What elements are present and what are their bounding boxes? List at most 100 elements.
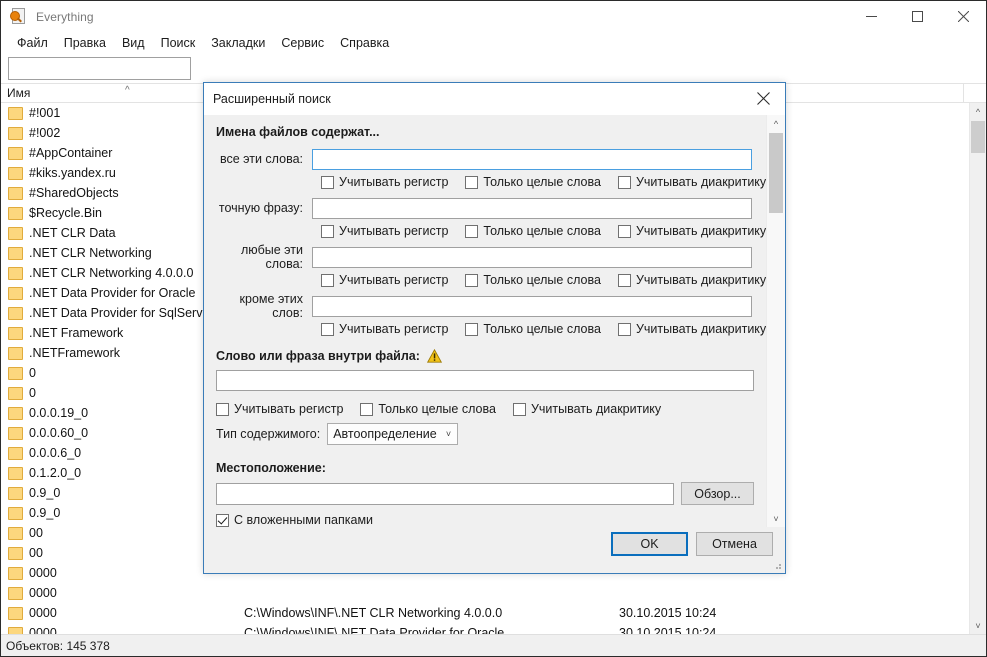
dialog-scroll-up-arrow-icon[interactable]: ^ — [767, 115, 785, 132]
all-words-whole-words-checkbox[interactable]: Только целые слова — [465, 175, 601, 189]
none-of-words-whole-words-checkbox[interactable]: Только целые слова — [465, 322, 601, 336]
checkbox-box[interactable] — [465, 176, 478, 189]
menubar: Файл Правка Вид Поиск Закладки Сервис Сп… — [1, 32, 986, 54]
all-words-checkbox-row: Учитывать регистр Только целые слова Учиты… — [216, 175, 766, 189]
none-of-words-label: кроме этих слов: — [216, 292, 312, 320]
checkbox-label: С вложенными папками — [234, 513, 373, 527]
window-titlebar: Everything — [1, 1, 986, 32]
dialog-scrollbar-thumb[interactable] — [769, 133, 783, 213]
browse-button[interactable]: Обзор... — [681, 482, 754, 505]
content-case-checkbox[interactable]: Учитывать регистр — [216, 402, 343, 416]
content-section-title: Слово или фраза внутри файла: — [216, 349, 766, 363]
table-row[interactable]: 0000 — [1, 583, 969, 603]
folder-icon — [8, 227, 23, 240]
checkbox-box[interactable] — [618, 274, 631, 287]
content-type-value: Автоопределение — [328, 427, 437, 441]
folder-icon — [8, 347, 23, 360]
none-of-words-input[interactable] — [312, 296, 752, 317]
menu-item-view[interactable]: Вид — [114, 34, 153, 52]
file-name: 0000 — [29, 586, 57, 600]
checkbox-box[interactable] — [465, 274, 478, 287]
checkbox-box[interactable] — [618, 176, 631, 189]
file-name: 00 — [29, 526, 43, 540]
file-name: 0 — [29, 386, 36, 400]
checkbox-box[interactable] — [360, 403, 373, 416]
exact-phrase-whole-words-checkbox[interactable]: Только целые слова — [465, 224, 601, 238]
checkbox-box[interactable] — [465, 323, 478, 336]
dialog-titlebar: Расширенный поиск — [204, 83, 785, 115]
dialog-vertical-scrollbar[interactable]: ^ ˅ — [766, 115, 785, 527]
exact-phrase-input[interactable] — [312, 198, 752, 219]
all-words-input[interactable] — [312, 149, 752, 170]
all-words-diacritics-checkbox[interactable]: Учитывать диакритику — [618, 175, 766, 189]
cancel-button[interactable]: Отмена — [696, 532, 773, 556]
folder-icon — [8, 527, 23, 540]
any-words-case-checkbox[interactable]: Учитывать регистр — [321, 273, 448, 287]
exact-phrase-diacritics-checkbox[interactable]: Учитывать диакритику — [618, 224, 766, 238]
content-type-label: Тип содержимого: — [216, 427, 320, 441]
column-header-name[interactable]: Имя — [1, 84, 236, 103]
content-whole-words-checkbox[interactable]: Только целые слова — [360, 402, 496, 416]
menu-item-help[interactable]: Справка — [332, 34, 397, 52]
table-row[interactable]: 0000C:\Windows\INF\.NET CLR Networking 4… — [1, 603, 969, 623]
none-of-words-diacritics-checkbox[interactable]: Учитывать диакритику — [618, 322, 766, 336]
checkbox-box[interactable] — [321, 225, 334, 238]
checkbox-box[interactable] — [618, 323, 631, 336]
file-name: 0.0.0.60_0 — [29, 426, 88, 440]
checkbox-box[interactable] — [216, 403, 229, 416]
checkbox-label: Учитывать диакритику — [636, 175, 766, 189]
checkbox-box[interactable] — [321, 323, 334, 336]
include-subfolders-checkbox[interactable]: С вложенными папками — [216, 513, 373, 527]
menu-item-search[interactable]: Поиск — [153, 34, 204, 52]
filename-section-label: Имена файлов содержат... — [216, 125, 380, 139]
file-name: .NET Data Provider for Oracle — [29, 286, 196, 300]
close-icon[interactable] — [940, 1, 986, 32]
list-vertical-scrollbar[interactable]: ^ ˅ — [969, 103, 986, 634]
menu-item-bookmarks[interactable]: Закладки — [203, 34, 273, 52]
content-diacritics-checkbox[interactable]: Учитывать диакритику — [513, 402, 661, 416]
file-name: #!001 — [29, 106, 60, 120]
location-row: Обзор... — [216, 482, 766, 505]
folder-icon — [8, 467, 23, 480]
scroll-up-arrow-icon[interactable]: ^ — [970, 103, 986, 120]
menu-item-tools[interactable]: Сервис — [273, 34, 332, 52]
table-row[interactable]: 0000C:\Windows\INF\.NET Data Provider fo… — [1, 623, 969, 634]
dialog-scroll-down-arrow-icon[interactable]: ˅ — [767, 510, 785, 527]
checkbox-box[interactable] — [465, 225, 478, 238]
folder-icon — [8, 287, 23, 300]
ok-button[interactable]: OK — [611, 532, 688, 556]
menu-item-edit[interactable]: Правка — [56, 34, 114, 52]
scrollbar-thumb[interactable] — [971, 121, 985, 153]
location-input[interactable] — [216, 483, 674, 505]
checkbox-label: Только целые слова — [483, 322, 601, 336]
dialog-close-icon[interactable] — [742, 83, 785, 114]
maximize-icon[interactable] — [894, 1, 940, 32]
any-words-diacritics-checkbox[interactable]: Учитывать диакритику — [618, 273, 766, 287]
folder-icon — [8, 387, 23, 400]
checkbox-box[interactable] — [321, 176, 334, 189]
any-words-input[interactable] — [312, 247, 752, 268]
minimize-icon[interactable] — [848, 1, 894, 32]
checkbox-label: Учитывать диакритику — [636, 322, 766, 336]
dialog-scroll-content: Имена файлов содержат... все эти слова:У… — [204, 115, 766, 527]
subfolders-row: С вложенными папками — [216, 513, 766, 527]
content-type-row: Тип содержимого: Автоопределение ˅ — [216, 423, 766, 445]
folder-icon — [8, 487, 23, 500]
search-document-icon — [10, 8, 27, 25]
search-input[interactable] — [8, 57, 191, 80]
resize-grip[interactable] — [772, 560, 782, 570]
checkbox-box[interactable] — [513, 403, 526, 416]
content-type-select[interactable]: Автоопределение ˅ — [327, 423, 458, 445]
menu-item-file[interactable]: Файл — [9, 34, 56, 52]
file-name: 00 — [29, 546, 43, 560]
scroll-down-arrow-icon[interactable]: ˅ — [970, 617, 986, 634]
file-path: C:\Windows\INF\.NET CLR Networking 4.0.0… — [244, 606, 502, 620]
any-words-whole-words-checkbox[interactable]: Только целые слова — [465, 273, 601, 287]
checkbox-box[interactable] — [321, 274, 334, 287]
none-of-words-case-checkbox[interactable]: Учитывать регистр — [321, 322, 448, 336]
exact-phrase-case-checkbox[interactable]: Учитывать регистр — [321, 224, 448, 238]
all-words-case-checkbox[interactable]: Учитывать регистр — [321, 175, 448, 189]
checkbox-box[interactable] — [618, 225, 631, 238]
checkbox-box[interactable] — [216, 514, 229, 527]
content-phrase-input[interactable] — [216, 370, 754, 391]
